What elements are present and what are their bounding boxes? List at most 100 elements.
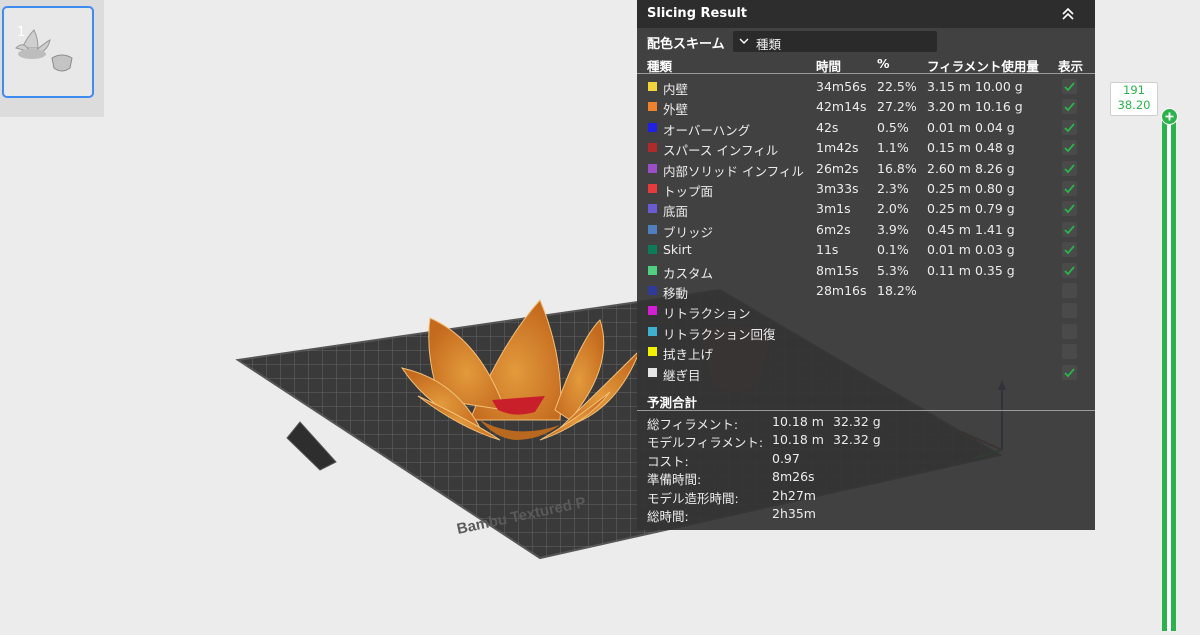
- plate-thumbnail[interactable]: 1: [2, 6, 94, 98]
- summary-label: 総フィラメント:: [647, 417, 739, 432]
- cell-pct: 0.5%: [877, 119, 909, 135]
- checkmark-icon: [1064, 164, 1075, 173]
- color-swatch: [648, 286, 657, 295]
- layer-slider-track[interactable]: [1162, 115, 1176, 631]
- show-checkbox[interactable]: [1062, 119, 1077, 135]
- color-swatch: [648, 143, 657, 153]
- table-row: 内部ソリッド インフィル 26m2s 16.8% 2.60 m 8.26 g: [637, 159, 1095, 179]
- cell-len: 0.25 m: [927, 201, 971, 217]
- cell-name: リトラクション回復: [663, 326, 776, 342]
- show-checkbox[interactable]: [1062, 221, 1077, 237]
- cell-name: 継ぎ目: [663, 367, 701, 383]
- color-swatch: [648, 102, 657, 112]
- collapse-chevron-up-icon[interactable]: [1059, 5, 1077, 23]
- cell-name: ブリッジ: [663, 224, 714, 240]
- summary-label: 総時間:: [647, 509, 689, 524]
- table-row: 継ぎ目: [637, 363, 1095, 383]
- color-swatch: [648, 82, 657, 91]
- table-row: 底面 3m1s 2.0% 0.25 m 0.79 g: [637, 199, 1095, 219]
- checkmark-icon: [1064, 225, 1075, 235]
- show-checkbox[interactable]: [1062, 160, 1077, 176]
- show-checkbox[interactable]: [1062, 181, 1077, 196]
- show-checkbox[interactable]: [1062, 242, 1077, 258]
- table-row: トップ面 3m33s 2.3% 0.25 m 0.80 g: [637, 179, 1095, 199]
- plate-thumbnail-strip: 1: [0, 0, 104, 117]
- show-checkbox[interactable]: [1062, 344, 1077, 360]
- color-swatch: [648, 367, 657, 377]
- cell-name: スパース インフィル: [663, 143, 779, 159]
- cell-name: Skirt: [663, 242, 692, 258]
- cell-len: 0.15 m: [927, 140, 971, 156]
- checkmark-icon: [1064, 368, 1075, 377]
- cell-wt: 10.00 g: [975, 79, 1023, 94]
- checkmark-icon: [1064, 266, 1075, 275]
- cell-time: 11s: [816, 242, 839, 258]
- layer-slider-handle-plus-icon[interactable]: [1161, 108, 1178, 125]
- table-row: 拭き上げ: [637, 342, 1095, 362]
- show-checkbox[interactable]: [1062, 79, 1077, 94]
- show-checkbox[interactable]: [1062, 201, 1077, 217]
- summary-row: モデル造形時間: 2h27m: [637, 488, 1095, 506]
- color-swatch: [648, 184, 657, 193]
- layer-number: 191: [1123, 83, 1145, 97]
- cell-len: 3.15 m: [927, 79, 971, 94]
- panel-header: Slicing Result: [637, 0, 1095, 28]
- show-checkbox[interactable]: [1062, 303, 1077, 319]
- cell-pct: 16.8%: [877, 160, 917, 176]
- checkmark-icon: [1064, 123, 1075, 133]
- cell-pct: 1.1%: [877, 140, 909, 156]
- show-checkbox[interactable]: [1062, 262, 1077, 278]
- layer-slider-inner: [1167, 115, 1171, 631]
- table-row: スパース インフィル 1m42s 1.1% 0.15 m 0.48 g: [637, 138, 1095, 158]
- cell-name: 内壁: [663, 82, 689, 97]
- color-swatch: [648, 122, 657, 132]
- summary-row: 総時間: 2h35m: [637, 506, 1095, 524]
- summary-row: 総フィラメント: 10.18 m 32.32 g: [637, 414, 1095, 432]
- summary-v1: 10.18 m: [772, 414, 824, 429]
- cell-name: トップ面: [663, 184, 714, 199]
- show-checkbox[interactable]: [1062, 323, 1077, 339]
- table-row: 内壁 34m56s 22.5% 3.15 m 10.00 g: [637, 77, 1095, 97]
- layer-slider-label: 191 38.20: [1110, 82, 1158, 116]
- color-scheme-dropdown[interactable]: 種類: [733, 31, 937, 52]
- cell-len: 0.25 m: [927, 181, 971, 196]
- summary-label: コスト:: [647, 453, 689, 469]
- cell-wt: 0.04 g: [975, 119, 1015, 135]
- table-row: Skirt 11s 0.1% 0.01 m 0.03 g: [637, 240, 1095, 260]
- cell-wt: 8.26 g: [975, 160, 1015, 176]
- summary-v2: 32.32 g: [833, 432, 881, 448]
- show-checkbox[interactable]: [1062, 283, 1077, 298]
- chevron-down-icon: [739, 38, 749, 44]
- show-checkbox[interactable]: [1062, 140, 1077, 156]
- cell-pct: 0.1%: [877, 242, 909, 258]
- summary-v1: 10.18 m: [772, 432, 824, 448]
- color-swatch: [648, 245, 657, 255]
- cell-time: 3m33s: [816, 181, 859, 196]
- checkmark-icon: [1064, 204, 1075, 214]
- cell-wt: 0.03 g: [975, 242, 1015, 258]
- show-checkbox[interactable]: [1062, 364, 1077, 380]
- color-scheme-value: 種類: [756, 37, 782, 52]
- show-checkbox[interactable]: [1062, 99, 1077, 115]
- cell-len: 0.01 m: [927, 119, 971, 135]
- table-row: 外壁 42m14s 27.2% 3.20 m 10.16 g: [637, 97, 1095, 117]
- color-swatch: [648, 204, 657, 214]
- cell-name: カスタム: [663, 265, 714, 281]
- cell-time: 42m14s: [816, 99, 867, 115]
- cell-name: 外壁: [663, 102, 689, 118]
- cell-wt: 0.80 g: [975, 181, 1015, 196]
- cell-name: リトラクション: [663, 306, 751, 322]
- thumbnail-preview-icon: [15, 29, 73, 72]
- summary-divider: [637, 410, 1095, 411]
- summary-v1: 0.97: [772, 450, 800, 466]
- cell-pct: 5.3%: [877, 262, 909, 278]
- summary-v1: 2h35m: [772, 506, 816, 521]
- cell-len: 0.45 m: [927, 221, 971, 237]
- color-swatch: [648, 224, 657, 234]
- cell-wt: 10.16 g: [975, 99, 1023, 115]
- layer-height: 38.20: [1117, 98, 1151, 112]
- cell-pct: 3.9%: [877, 221, 909, 237]
- summary-row: モデルフィラメント: 10.18 m 32.32 g: [637, 432, 1095, 450]
- cell-time: 42s: [816, 119, 839, 135]
- cell-pct: 2.0%: [877, 201, 909, 217]
